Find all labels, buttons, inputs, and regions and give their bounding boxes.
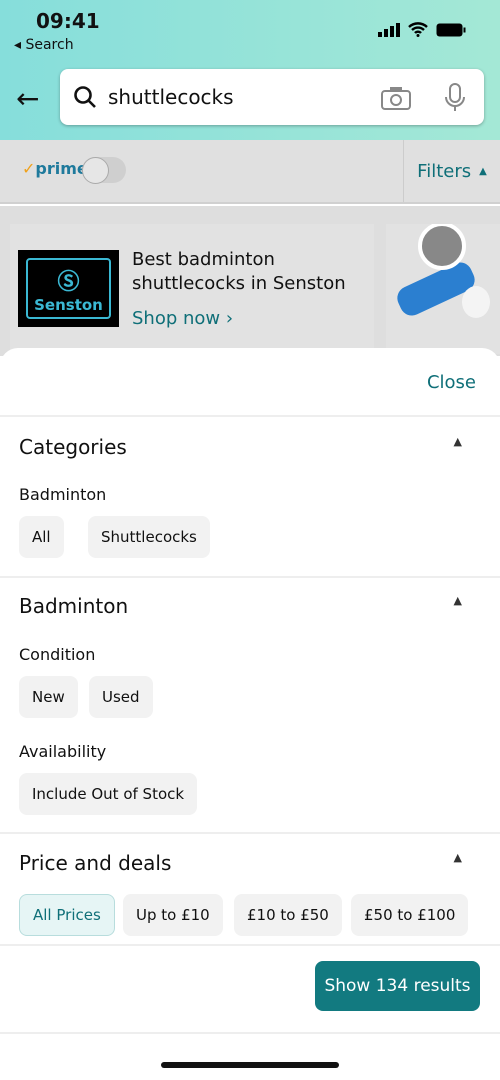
- search-input[interactable]: shuttlecocks: [60, 69, 484, 125]
- search-icon: [74, 86, 96, 108]
- chip-new[interactable]: New: [19, 676, 78, 718]
- filter-bar: ✓prime Filters ▲: [0, 140, 500, 204]
- sponsored-banner[interactable]: Ⓢ Senston Best badminton shuttlecocks in …: [10, 224, 374, 354]
- prime-label: ✓prime: [22, 159, 88, 178]
- label-condition: Condition: [19, 645, 96, 664]
- status-time: 09:41: [36, 9, 100, 33]
- section-title-price[interactable]: Price and deals: [19, 851, 171, 875]
- back-arrow-icon[interactable]: ←: [16, 82, 39, 115]
- senston-logo: Ⓢ Senston: [18, 250, 119, 327]
- battery-icon: [436, 23, 466, 36]
- caret-up-icon: ▲: [479, 165, 487, 177]
- prime-check-icon: ✓: [22, 159, 36, 178]
- chip-all-prices[interactable]: All Prices: [19, 894, 115, 936]
- chip-up-to-10[interactable]: Up to £10: [123, 894, 223, 936]
- collapse-icon[interactable]: ▲: [454, 594, 462, 607]
- prime-text: prime: [35, 159, 88, 178]
- filters-button[interactable]: Filters ▲: [403, 140, 500, 202]
- prime-toggle[interactable]: [82, 157, 126, 184]
- status-icons: [378, 22, 466, 37]
- shop-now-link[interactable]: Shop now ›: [132, 308, 233, 329]
- divider: [0, 832, 500, 834]
- divider: [0, 1032, 500, 1034]
- chip-10-to-50[interactable]: £10 to £50: [234, 894, 342, 936]
- close-button[interactable]: Close: [427, 372, 476, 393]
- chip-shuttlecocks[interactable]: Shuttlecocks: [88, 516, 210, 558]
- collapse-icon[interactable]: ▲: [454, 851, 462, 864]
- chip-all[interactable]: All: [19, 516, 64, 558]
- back-to-search-app[interactable]: ◂ Search: [14, 37, 74, 53]
- chip-50-to-100[interactable]: £50 to £100: [351, 894, 469, 936]
- shuttlecock-tube-image: [397, 222, 490, 318]
- label-availability: Availability: [19, 742, 107, 761]
- chip-used[interactable]: Used: [89, 676, 153, 718]
- divider: [0, 415, 500, 417]
- collapse-icon[interactable]: ▲: [454, 435, 462, 448]
- filters-label: Filters: [417, 160, 472, 182]
- microphone-icon[interactable]: [444, 83, 466, 113]
- divider: [0, 576, 500, 578]
- camera-icon[interactable]: [380, 85, 412, 111]
- product-image[interactable]: [386, 222, 500, 354]
- show-results-button[interactable]: Show 134 results: [315, 961, 480, 1011]
- search-query[interactable]: shuttlecocks: [108, 85, 234, 109]
- filters-sheet: Close Categories ▲ Badminton All Shuttle…: [0, 348, 500, 1080]
- wifi-icon: [408, 22, 428, 37]
- section-title-badminton[interactable]: Badminton: [19, 594, 128, 618]
- group-label-badminton: Badminton: [19, 485, 107, 504]
- home-indicator[interactable]: [161, 1062, 339, 1068]
- chip-include-out-of-stock[interactable]: Include Out of Stock: [19, 773, 198, 815]
- promo-title: Best badminton shuttlecocks in Senston: [132, 249, 346, 294]
- header: 09:41 ◂ Search ← shuttlecocks: [0, 0, 500, 140]
- section-title-categories[interactable]: Categories: [19, 435, 127, 459]
- divider: [0, 944, 500, 946]
- signal-icon: [378, 22, 400, 37]
